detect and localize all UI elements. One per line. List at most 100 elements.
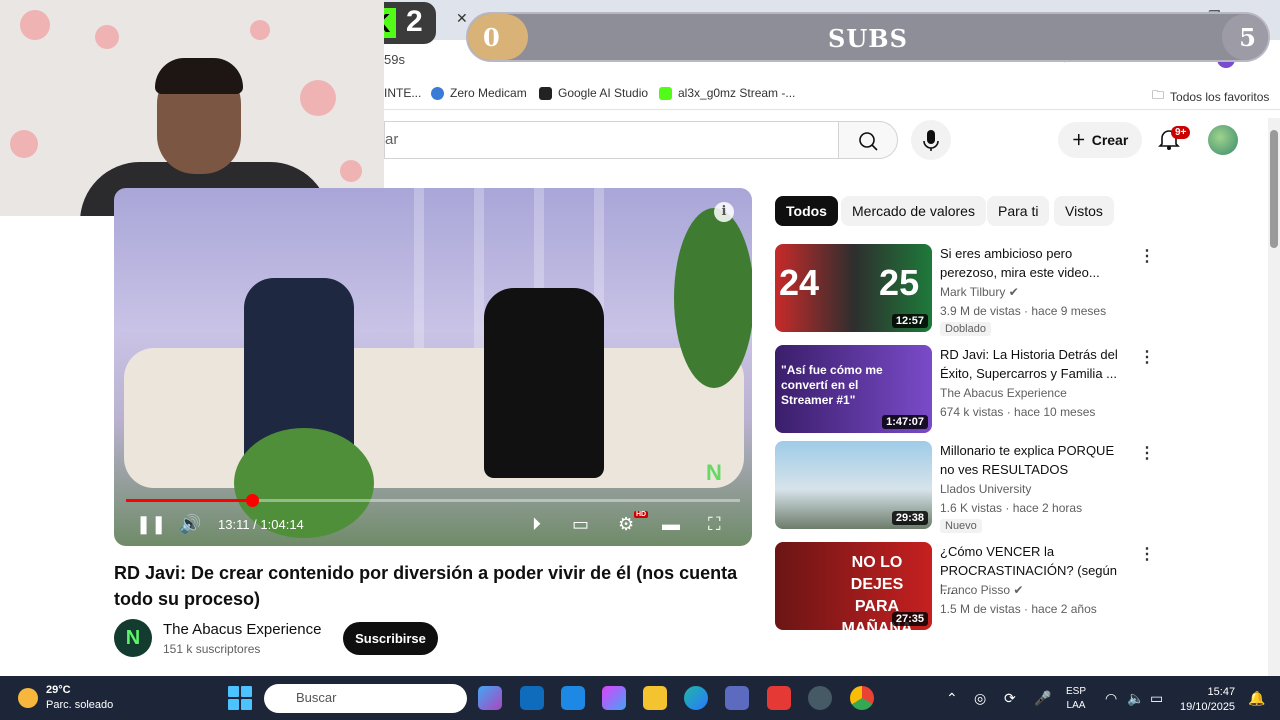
- more-actions-icon[interactable]: ⋮: [1139, 246, 1155, 266]
- outlook-new-icon[interactable]: [561, 686, 585, 710]
- notification-badge: 9+: [1171, 126, 1191, 139]
- chip-vistos[interactable]: Vistos: [1054, 196, 1114, 226]
- create-button[interactable]: ＋ Crear: [1058, 122, 1142, 158]
- settings-gear-icon[interactable]: ⚙: [618, 514, 634, 535]
- recommendation-item[interactable]: 29:38 Millonario te explica PORQUE no ve…: [775, 441, 1155, 533]
- duration-badge: 1:47:07: [882, 415, 928, 429]
- more-actions-icon[interactable]: ⋮: [1139, 443, 1155, 463]
- video-thumbnail[interactable]: NO LO DEJES PARA MAÑANA 27:35: [775, 542, 932, 630]
- subscribe-button[interactable]: Suscribirse: [343, 622, 438, 655]
- recommendation-item[interactable]: NO LO DEJES PARA MAÑANA 27:35 ¿Cómo VENC…: [775, 542, 1155, 630]
- language-indicator[interactable]: ESP LAA: [1066, 685, 1086, 713]
- recommendation-channel: Franco Pisso ✔: [940, 583, 1024, 597]
- kick-icon: [659, 86, 672, 100]
- recommendation-meta: 3.9 M de vistas · hace 9 meses: [940, 304, 1107, 318]
- verified-icon: ✔: [1008, 285, 1019, 299]
- recommendation-meta: 1.6 K vistas · hace 2 horas: [940, 501, 1083, 515]
- progress-bar[interactable]: [126, 494, 740, 507]
- clock[interactable]: 15:47 19/10/2025: [1180, 685, 1235, 715]
- subs-goal-bar: 0 SUBS 5: [466, 12, 1270, 62]
- chrome-icon[interactable]: [850, 686, 874, 710]
- mic-tray-icon[interactable]: 🎤: [1034, 690, 1051, 707]
- recommendation-channel: Llados University: [940, 482, 1032, 496]
- battery-icon[interactable]: ▭: [1150, 690, 1163, 707]
- recommendation-meta: 674 k vistas · hace 10 meses: [940, 405, 1096, 419]
- recommendation-title[interactable]: Millonario te explica PORQUE no ves RESU…: [940, 441, 1130, 479]
- obs-icon[interactable]: [808, 686, 832, 710]
- notifications-icon[interactable]: 🔔: [1248, 690, 1265, 707]
- hd-badge: HD: [634, 511, 649, 518]
- scrollbar-thumb[interactable]: [1270, 130, 1278, 248]
- chip-todos[interactable]: Todos: [775, 196, 838, 226]
- recommendation-channel: Mark Tilbury ✔: [940, 285, 1019, 299]
- channel-watermark-icon: N: [706, 460, 722, 485]
- subs-label: SUBS: [828, 24, 908, 53]
- plus-icon: ＋: [1071, 132, 1086, 148]
- autoplay-toggle-icon[interactable]: ⏵: [532, 514, 541, 535]
- progress-scrubber[interactable]: [245, 494, 259, 507]
- search-icon: [859, 132, 878, 151]
- start-button[interactable]: [228, 686, 252, 710]
- ai-studio-icon: [539, 86, 552, 100]
- sun-icon: [18, 688, 38, 708]
- bookmark-item[interactable]: INTE...: [384, 86, 421, 100]
- recommendation-meta: 1.5 M de vistas · hace 2 años: [940, 602, 1097, 616]
- taskbar-search[interactable]: Buscar: [264, 684, 467, 713]
- video-player[interactable]: i N ❚❚ 🔊 13:11 / 1:04:14 ⏵ ▭ ⚙ HD ▬ ⛶: [114, 188, 752, 546]
- folder-icon: 🗀: [1152, 88, 1165, 102]
- duration-badge: 12:57: [891, 314, 928, 328]
- recommendation-item[interactable]: 24 25 12:57 Si eres ambicioso pero perez…: [775, 244, 1155, 336]
- voice-search-button[interactable]: [911, 120, 951, 160]
- globe-icon: [431, 86, 444, 100]
- kick-count: 2: [406, 5, 423, 38]
- wifi-icon[interactable]: ◠: [1105, 690, 1117, 707]
- chevron-up-icon[interactable]: ⌃: [946, 690, 958, 707]
- tab-close-icon[interactable]: ✕: [456, 10, 468, 27]
- guest-person: [484, 288, 604, 478]
- file-explorer-icon[interactable]: [643, 686, 667, 710]
- video-thumbnail[interactable]: 24 25 12:57: [775, 244, 932, 332]
- tray-app-icon[interactable]: ◎: [974, 690, 986, 707]
- bookmark-item[interactable]: Google AI Studio: [539, 86, 648, 100]
- video-thumbnail[interactable]: 29:38: [775, 441, 932, 529]
- recommendation-title[interactable]: Si eres ambicioso pero perezoso, mira es…: [940, 244, 1130, 282]
- edge-icon[interactable]: [684, 686, 708, 710]
- mic-icon: [923, 130, 939, 151]
- outlook-icon[interactable]: [520, 686, 544, 710]
- anydesk-icon[interactable]: [767, 686, 791, 710]
- copilot-icon[interactable]: [478, 686, 502, 710]
- bookmark-item[interactable]: al3x_g0mz Stream -...: [659, 86, 795, 100]
- m365-icon[interactable]: [602, 686, 626, 710]
- chip-mercado-de-valores[interactable]: Mercado de valores: [841, 196, 986, 226]
- more-actions-icon[interactable]: ⋮: [1139, 347, 1155, 367]
- subtitles-icon[interactable]: ▭: [572, 514, 589, 535]
- new-badge: Nuevo: [940, 519, 982, 533]
- sync-icon[interactable]: ⟳: [1004, 690, 1016, 707]
- verified-icon: ✔: [1013, 583, 1024, 597]
- pause-icon[interactable]: ❚❚: [136, 514, 166, 535]
- progress-fill: [126, 499, 252, 502]
- bookmark-item[interactable]: Zero Medicam: [431, 86, 527, 100]
- recommendation-item[interactable]: "Así fue cómo me convertí en el Streamer…: [775, 345, 1155, 433]
- theater-mode-icon[interactable]: ▬: [662, 514, 680, 535]
- video-title: RD Javi: De crear contenido por diversió…: [114, 563, 738, 609]
- volume-icon[interactable]: 🔊: [179, 514, 201, 535]
- fullscreen-icon[interactable]: ⛶: [708, 514, 721, 535]
- recommendation-title[interactable]: RD Javi: La Historia Detrás del Éxito, S…: [940, 345, 1130, 383]
- youtube-avatar[interactable]: [1208, 125, 1238, 155]
- duration-badge: 29:38: [891, 511, 928, 525]
- bookmarks-folder[interactable]: 🗀 Todos los favoritos: [1152, 86, 1269, 107]
- channel-subscribers: 151 k suscriptores: [163, 642, 261, 656]
- search-button[interactable]: [838, 121, 898, 159]
- teams-icon[interactable]: [725, 686, 749, 710]
- chip-para-ti[interactable]: Para ti: [987, 196, 1050, 226]
- info-icon[interactable]: i: [714, 202, 734, 222]
- search-input[interactable]: ar: [384, 121, 839, 159]
- speaker-icon[interactable]: 🔈: [1127, 690, 1144, 707]
- video-thumbnail[interactable]: "Así fue cómo me convertí en el Streamer…: [775, 345, 932, 433]
- channel-avatar[interactable]: N: [114, 619, 152, 657]
- dubbed-badge: Doblado: [940, 322, 991, 336]
- channel-name[interactable]: The Abacus Experience: [163, 621, 321, 638]
- more-actions-icon[interactable]: ⋮: [1139, 544, 1155, 564]
- subs-right-value: 5: [1239, 23, 1256, 52]
